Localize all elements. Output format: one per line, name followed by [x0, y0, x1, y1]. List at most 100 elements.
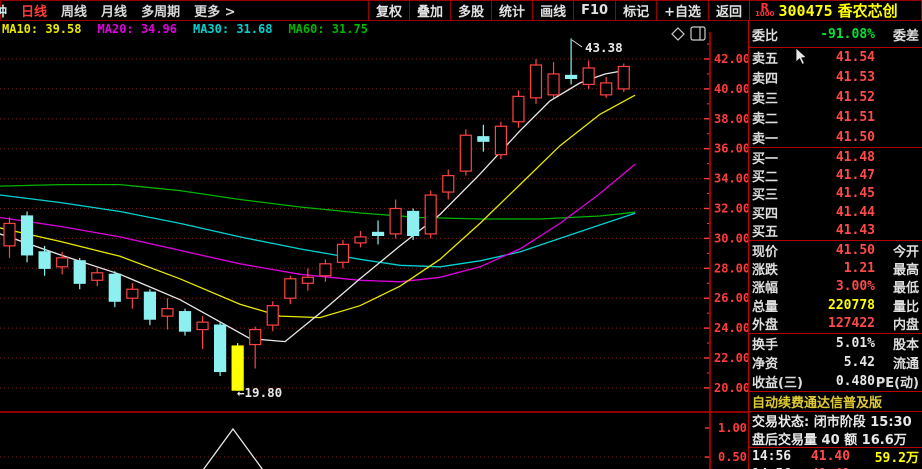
financial-row-right-label: 股本	[892, 337, 919, 353]
tab-周线[interactable]: 周线	[61, 1, 87, 20]
financial-row-value: 5.01%	[835, 335, 875, 351]
ask-row-value: 41.53	[835, 70, 875, 86]
candlestick[interactable]	[143, 289, 156, 326]
toolbar-button-返回[interactable]: 返回	[707, 1, 749, 20]
ask-row[interactable]: 卖三 41.52	[749, 88, 922, 108]
candlestick[interactable]	[389, 199, 402, 239]
financial-row: 换手 5.01% 股本	[749, 334, 922, 353]
ma-indicator-strip: MA10: 39.58 MA20: 34.96 MA30: 31.68 MA60: 3…	[2, 22, 368, 36]
toolbar-button-叠加[interactable]: 叠加	[409, 1, 450, 20]
candlestick[interactable]	[91, 268, 104, 287]
candlestick[interactable]	[336, 239, 350, 269]
candlestick[interactable]	[582, 60, 595, 89]
candlestick[interactable]	[73, 257, 86, 290]
quote-row-label: 涨跌	[752, 263, 779, 279]
candlestick[interactable]	[512, 90, 525, 128]
candlestick[interactable]	[617, 63, 630, 92]
candlestick[interactable]	[442, 169, 455, 200]
candlestick[interactable]	[161, 298, 174, 330]
toolbar-button-复权[interactable]: 复权	[368, 1, 409, 20]
toolbar-button-+自选[interactable]: +自选	[656, 1, 708, 20]
bid-row[interactable]: 买一 41.48	[749, 148, 922, 167]
tick-row[interactable]: 14:56 41.40 59.2万	[749, 448, 922, 466]
ask-row[interactable]: 卖四 41.53	[749, 68, 922, 88]
promo-banner-link[interactable]: 自动续费通达信普及版	[749, 390, 922, 411]
tick-list[interactable]: 14:5641.4059.2万14:5641.4141.0万	[749, 446, 922, 469]
toolbar-button-画线[interactable]: 画线	[532, 1, 573, 20]
candlestick[interactable]	[3, 217, 16, 258]
candlestick[interactable]	[20, 211, 34, 263]
candlestick[interactable]	[249, 326, 262, 369]
quote-row: 现价 41.50 今开	[749, 241, 922, 260]
candlestick[interactable]	[529, 59, 543, 104]
candlestick[interactable]	[108, 271, 121, 308]
ma-label: MA30: 31.68	[192, 22, 273, 36]
tab-月线[interactable]: 月线	[101, 1, 127, 20]
candlestick[interactable]	[231, 343, 244, 391]
stock-name: 香农芯创	[837, 2, 898, 20]
candlestick[interactable]	[547, 61, 560, 98]
candlestick[interactable]	[494, 121, 507, 160]
weicha-label: 委差	[892, 28, 919, 44]
financial-row-value: 5.42	[843, 354, 875, 370]
tick-price: 41.40	[810, 449, 851, 465]
tab-更多 >[interactable]: 更多 >	[194, 1, 235, 20]
quote-row-value: 41.50	[835, 242, 875, 258]
candlestick[interactable]	[56, 251, 69, 275]
quote-row-value: 3.00%	[835, 279, 875, 295]
tab-多周期[interactable]: 多周期	[141, 1, 180, 20]
ask-row[interactable]: 卖五 41.54	[749, 48, 922, 68]
toolbar-button-F10[interactable]: F10	[573, 1, 615, 20]
quote-row-right-label: 最低	[892, 281, 919, 297]
bid-row[interactable]: 买四 41.44	[749, 203, 922, 222]
candlestick[interactable]	[178, 308, 192, 336]
panel-toggle-icon[interactable]	[690, 26, 706, 41]
candlestick[interactable]	[284, 275, 297, 305]
candlestick[interactable]	[126, 283, 139, 309]
tab-minute-partial[interactable]: 钟	[0, 1, 7, 20]
toolbar-button-标记[interactable]: 标记	[615, 1, 656, 20]
ma-label: MA60: 31.75	[288, 22, 368, 36]
candlestick[interactable]	[407, 208, 420, 240]
candlestick[interactable]	[354, 230, 367, 248]
ask-row[interactable]: 卖二 41.51	[749, 107, 922, 127]
tick-volume: 59.2万	[874, 451, 919, 467]
candlestick[interactable]	[371, 220, 385, 245]
ask-row-label: 卖三	[752, 91, 779, 107]
ma-label: MA20: 34.96	[97, 22, 177, 36]
quote-row: 总量 220778 量比	[749, 296, 922, 315]
y-axis-label: 34.00	[714, 172, 748, 186]
bid-row[interactable]: 买三 41.45	[749, 185, 922, 203]
diamond-icon[interactable]	[671, 27, 685, 41]
quote-row-right-label: 量比	[892, 299, 919, 315]
toolbar-button-统计[interactable]: 统计	[491, 1, 532, 20]
ask-row[interactable]: 卖一 41.50	[749, 127, 922, 147]
candlestick[interactable]	[319, 259, 332, 282]
candlestick[interactable]	[196, 316, 209, 350]
candlestick[interactable]	[477, 124, 490, 152]
candlestick[interactable]	[266, 301, 279, 332]
candlestick[interactable]	[459, 129, 472, 176]
top-toolbar: 钟 日线 周线 月线 多周期 更多 > 复权 叠加 多股 统计 画线 F10 标记 +自选 返回 R 10…	[0, 0, 922, 21]
bid-row[interactable]: 买五 41.43	[749, 222, 922, 240]
y-axis-label: 42.00	[714, 52, 748, 66]
stock-identity: R 1000 300475 香农芯创	[749, 1, 921, 20]
toolbar-button-多股[interactable]: 多股	[450, 1, 491, 20]
bid-row[interactable]: 买二 41.47	[749, 166, 922, 185]
toolbar-buttons: 复权 叠加 多股 统计 画线 F10 标记 +自选 返回	[368, 1, 749, 20]
tab-日线[interactable]: 日线	[21, 1, 47, 20]
stock-chart-app: { "toolbar": { "partial_item": "钟", "tab…	[0, 0, 922, 469]
quote-row-right-label: 最高	[892, 263, 919, 279]
candlestick[interactable]	[301, 268, 314, 291]
financial-row-label: 换手	[752, 337, 779, 353]
quote-row-value: 220778	[828, 297, 875, 313]
candlestick-chart[interactable]: 42.00 40.00 38.00 36.00 34.00 32.00 30.00 28.00…	[0, 0, 748, 469]
candlestick[interactable]	[564, 38, 578, 85]
candlestick[interactable]	[214, 322, 227, 376]
financial-row-value: 0.480	[835, 373, 875, 389]
weibi-label: 委比	[752, 28, 779, 44]
candlestick[interactable]	[600, 76, 613, 98]
candlestick[interactable]	[424, 190, 437, 239]
mouse-cursor	[795, 47, 808, 65]
bid-row-value: 41.43	[835, 223, 875, 239]
